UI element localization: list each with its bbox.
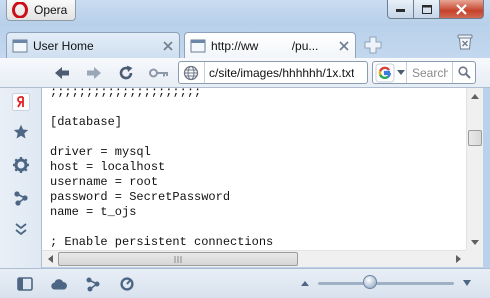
share-icon: [14, 191, 28, 206]
unite-button[interactable]: [84, 275, 102, 293]
opera-menu-button[interactable]: Opera: [6, 0, 76, 21]
scroll-down-button[interactable]: [467, 234, 483, 250]
page-icon: [12, 39, 28, 52]
scroll-right-icon: [455, 255, 461, 263]
search-engine-selector[interactable]: [373, 62, 407, 83]
globe-tab-icon: [190, 39, 206, 52]
horizontal-scroll-thumb[interactable]: [58, 252, 298, 266]
opera-logo-icon: [12, 2, 28, 18]
google-icon: [375, 63, 395, 82]
scroll-right-button[interactable]: [450, 251, 466, 267]
tab-close-icon[interactable]: [339, 40, 349, 51]
wand-button[interactable]: [148, 63, 170, 83]
new-tab-plus-icon[interactable]: [364, 36, 382, 54]
sidebar-item-more[interactable]: [12, 220, 30, 238]
search-go-button[interactable]: [452, 62, 475, 83]
tab-strip: User Home http://ww /pu...: [0, 26, 490, 58]
address-bar[interactable]: c/site/images/hhhhhh/1x.txt: [178, 61, 368, 84]
address-text[interactable]: c/site/images/hhhhhh/1x.txt: [209, 66, 354, 80]
bookmarks-star-icon: [13, 124, 29, 139]
maximize-button[interactable]: [414, 0, 440, 19]
settings-gear-icon: [13, 157, 29, 173]
scroll-left-button[interactable]: [42, 251, 58, 267]
turbo-button[interactable]: [118, 275, 136, 293]
share-icon: [86, 277, 100, 292]
close-icon: [456, 3, 467, 15]
closed-tabs-trash-icon[interactable]: [456, 33, 474, 51]
page-content: ;;;;;;;;;;;;;;;;;;;;; [database] driver …: [42, 88, 466, 250]
forward-button[interactable]: [84, 63, 104, 83]
yandex-icon: [12, 93, 30, 111]
sync-button[interactable]: [50, 275, 68, 293]
file-text: ;;;;;;;;;;;;;;;;;;;;; [database] driver …: [50, 88, 274, 249]
zoom-slider-track[interactable]: [318, 282, 454, 285]
vertical-scroll-thumb[interactable]: [468, 130, 482, 146]
tab-label: http://ww /pu...: [211, 38, 319, 53]
reload-button[interactable]: [116, 63, 136, 83]
address-separator: [204, 62, 205, 83]
sidebar-item-yandex[interactable]: [12, 93, 30, 111]
search-placeholder: Search: [412, 65, 448, 80]
tab-user-home[interactable]: User Home: [6, 32, 180, 58]
cloud-icon: [51, 279, 67, 290]
maximize-icon: [421, 4, 432, 14]
sidebar-panel: [0, 88, 42, 268]
forward-arrow-icon: [87, 67, 101, 79]
back-arrow-icon: [55, 67, 69, 79]
globe-icon: [183, 65, 199, 80]
sidebar-item-unite[interactable]: [12, 189, 30, 207]
scroll-up-button[interactable]: [467, 88, 483, 104]
zoom-in-icon[interactable]: [462, 279, 472, 287]
grip-icon: [174, 255, 182, 263]
panel-toggle-button[interactable]: [16, 275, 34, 293]
browser-window: Opera User Home http://ww /pu... c/site/…: [0, 0, 490, 298]
opera-menu-label: Opera: [34, 3, 68, 17]
minimize-icon: [395, 9, 405, 12]
close-window-button[interactable]: [440, 0, 484, 19]
expand-chevrons-icon: [15, 223, 27, 236]
scroll-down-icon: [471, 239, 479, 245]
horizontal-scrollbar[interactable]: [42, 250, 466, 267]
minimize-button[interactable]: [387, 0, 414, 19]
zoom-slider-knob[interactable]: [362, 275, 377, 289]
search-box[interactable]: Search: [372, 61, 476, 84]
panel-toggle-icon: [17, 277, 33, 291]
status-bar: [0, 268, 490, 298]
dropdown-arrow-icon: [397, 69, 405, 75]
sidebar-item-settings[interactable]: [12, 156, 30, 174]
scroll-left-icon: [47, 255, 53, 263]
speed-dial-icon: [120, 277, 134, 291]
back-button[interactable]: [52, 63, 72, 83]
navigation-toolbar: c/site/images/hhhhhh/1x.txt Search: [0, 58, 490, 88]
zoom-out-icon[interactable]: [300, 279, 310, 287]
tab-label: User Home: [33, 38, 94, 53]
sidebar-item-bookmarks[interactable]: [12, 123, 30, 141]
scroll-up-icon: [471, 93, 479, 99]
title-bar: Opera: [0, 0, 490, 26]
key-icon: [149, 68, 168, 78]
vertical-scrollbar[interactable]: [466, 88, 483, 250]
search-icon: [457, 66, 471, 79]
tab-current-page[interactable]: http://ww /pu...: [184, 32, 356, 58]
reload-icon: [119, 65, 133, 80]
tab-close-icon[interactable]: [163, 40, 173, 51]
window-controls: [387, 0, 484, 19]
scrollbar-corner: [466, 250, 483, 267]
